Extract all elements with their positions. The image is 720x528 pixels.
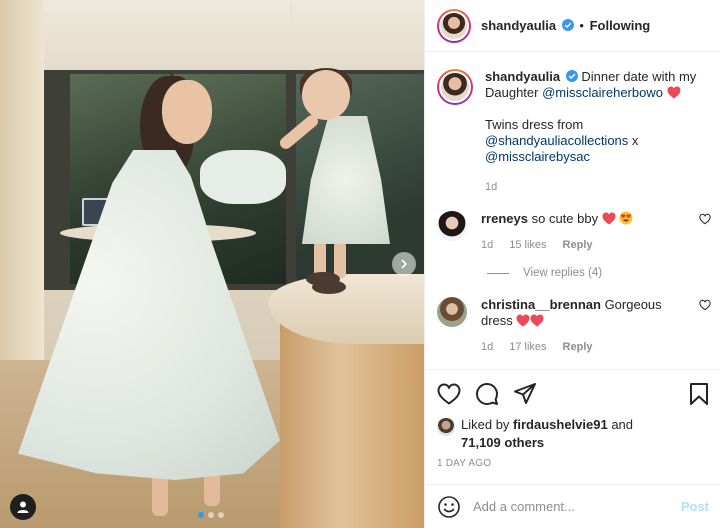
- red-heart-emoji-icon: [667, 86, 681, 99]
- verified-badge-icon: [561, 19, 574, 31]
- chevron-right-icon: [401, 259, 408, 269]
- woman-sleeve: [200, 150, 286, 204]
- author-avatar[interactable]: [437, 8, 471, 43]
- save-button[interactable]: [689, 382, 709, 406]
- comment-age[interactable]: 1d: [481, 237, 493, 253]
- post-comment-button[interactable]: Post: [681, 499, 709, 514]
- smiley-icon: [438, 495, 460, 518]
- likes-summary: Liked by firdaushelvie91 and 71,109 othe…: [437, 416, 709, 452]
- like-button[interactable]: [437, 382, 461, 405]
- verified-badge-icon: [565, 70, 578, 82]
- like-comment-heart-icon[interactable]: [699, 299, 711, 311]
- comment-likes[interactable]: 15 likes: [509, 237, 546, 253]
- avatar: [439, 10, 469, 41]
- caption-age[interactable]: 1d: [485, 179, 705, 195]
- reply-button[interactable]: Reply: [563, 237, 593, 253]
- carousel-dots: [198, 512, 224, 518]
- tagged-users-button[interactable]: [10, 494, 36, 520]
- commenter-username[interactable]: christina__brennan: [481, 297, 601, 312]
- post-caption: shandyaulia Dinner date with my Daughter…: [425, 53, 720, 195]
- red-heart-emoji-icon: [530, 314, 544, 327]
- carousel-dot: [198, 512, 204, 518]
- comment-input[interactable]: [473, 499, 669, 514]
- caption-mention[interactable]: @missclairebysac: [485, 149, 705, 165]
- heart-eyes-emoji-icon: [619, 211, 633, 225]
- commenter-username[interactable]: rreneys: [481, 211, 528, 226]
- paper-plane-icon: [514, 382, 536, 404]
- user-icon: [17, 501, 29, 513]
- likes-text: Liked by firdaushelvie91 and 71,109 othe…: [461, 416, 633, 452]
- comment-age[interactable]: 1d: [481, 339, 493, 355]
- author-avatar[interactable]: [437, 69, 473, 105]
- like-comment-heart-icon[interactable]: [699, 213, 711, 225]
- caption-mention[interactable]: @shandyauliacollections: [485, 133, 628, 148]
- counter: [280, 318, 424, 528]
- comment-body: rreneys so cute bby 1d 15 likes Reply: [481, 211, 685, 253]
- comment-body: christina__brennan Gorgeous dress 1d 17 …: [481, 297, 685, 355]
- window-blind: [44, 0, 290, 70]
- caption-x: x: [631, 133, 639, 148]
- carousel-dot: [218, 512, 224, 518]
- comment-meta: 1d 15 likes Reply: [481, 237, 685, 253]
- avatar: [439, 71, 471, 103]
- reply-button[interactable]: Reply: [563, 339, 593, 355]
- comment-item: christina__brennan Gorgeous dress 1d 17 …: [425, 297, 720, 355]
- commenter-avatar[interactable]: [437, 297, 467, 327]
- view-replies-button[interactable]: View replies (4): [425, 267, 720, 279]
- bookmark-icon: [690, 382, 708, 405]
- comment-text: so cute bby: [531, 211, 599, 226]
- share-button[interactable]: [513, 382, 537, 406]
- divider: [487, 272, 509, 274]
- add-comment-bar: Post: [425, 484, 720, 528]
- comment-item: rreneys so cute bby 1d 15 likes Reply: [425, 211, 720, 253]
- child-face: [302, 70, 350, 120]
- comments-list[interactable]: shandyaulia Dinner date with my Daughter…: [425, 53, 720, 369]
- comment-bubble-icon: [476, 382, 498, 405]
- author-username[interactable]: shandyaulia: [481, 18, 556, 33]
- likes-and: and: [611, 417, 634, 432]
- red-heart-emoji-icon: [602, 212, 616, 225]
- liker-username[interactable]: firdaushelvie91: [513, 417, 608, 432]
- comment-button[interactable]: [475, 382, 499, 406]
- likes-count[interactable]: 71,109 others: [461, 435, 544, 450]
- comment-likes[interactable]: 17 likes: [509, 339, 546, 355]
- child-leg: [334, 242, 346, 278]
- woman-face: [162, 80, 212, 144]
- heart-icon: [437, 382, 461, 405]
- caption-line2: Twins dress from: [485, 117, 584, 132]
- child-shoe: [312, 280, 346, 294]
- header-separator: •: [579, 18, 584, 33]
- liked-by-label: Liked by: [461, 417, 510, 432]
- post-date[interactable]: 1 DAY AGO: [437, 458, 491, 469]
- post-actions: [425, 369, 720, 417]
- carousel-dot: [208, 512, 214, 518]
- post-sidebar: shandyaulia • Following shandyaulia Dinn…: [424, 0, 720, 528]
- window-blind: [292, 0, 424, 70]
- comment-meta: 1d 17 likes Reply: [481, 339, 685, 355]
- following-button[interactable]: Following: [590, 18, 651, 33]
- caption-mention[interactable]: @missclaireherbowo: [542, 85, 663, 100]
- caption-username[interactable]: shandyaulia: [485, 69, 560, 84]
- carousel-next-button[interactable]: [392, 252, 416, 276]
- post-header: shandyaulia • Following: [425, 0, 720, 52]
- emoji-button[interactable]: [437, 495, 461, 519]
- view-replies-label: View replies (4): [523, 267, 603, 279]
- commenter-avatar[interactable]: [437, 211, 467, 241]
- caption-body: shandyaulia Dinner date with my Daughter…: [485, 69, 705, 195]
- red-heart-emoji-icon: [516, 314, 530, 327]
- liker-avatar[interactable]: [437, 418, 455, 436]
- post-photo[interactable]: [0, 0, 424, 528]
